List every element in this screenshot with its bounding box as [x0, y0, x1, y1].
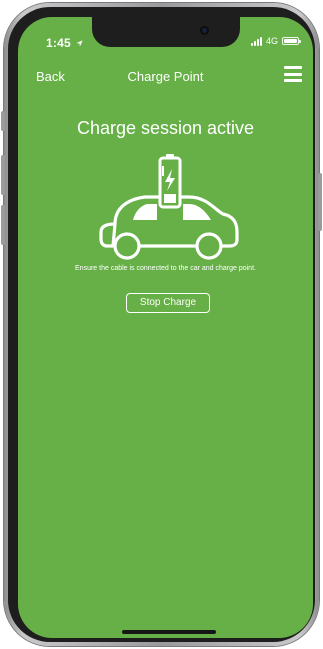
power-button	[318, 173, 322, 231]
car-charging-battery-icon	[99, 154, 239, 260]
volume-up-button	[1, 155, 5, 195]
status-time-text: 1:45	[46, 36, 71, 50]
notch	[92, 17, 240, 47]
battery-icon	[282, 37, 301, 45]
mute-switch	[1, 111, 5, 131]
stop-charge-button[interactable]: Stop Charge	[126, 293, 210, 313]
status-bar-indicators: 4G	[250, 36, 301, 46]
camera-icon	[200, 26, 209, 35]
hamburger-menu-icon[interactable]	[284, 66, 302, 82]
status-bar-time: 1:45	[46, 36, 84, 50]
phone-frame: 1:45 4G Back Charge Point Charge session…	[1, 3, 322, 646]
app-screen: 1:45 4G Back Charge Point Charge session…	[18, 17, 313, 638]
volume-down-button	[1, 205, 5, 245]
location-arrow-icon	[76, 40, 84, 47]
network-type: 4G	[265, 36, 278, 46]
nav-bar: Back Charge Point	[18, 61, 313, 91]
cellular-signal-icon	[250, 36, 262, 46]
home-indicator[interactable]	[122, 630, 216, 634]
nav-title: Charge Point	[127, 69, 204, 84]
page-heading: Charge session active	[76, 118, 255, 138]
instructions-text: Ensure the cable is connected to the car…	[75, 265, 256, 272]
